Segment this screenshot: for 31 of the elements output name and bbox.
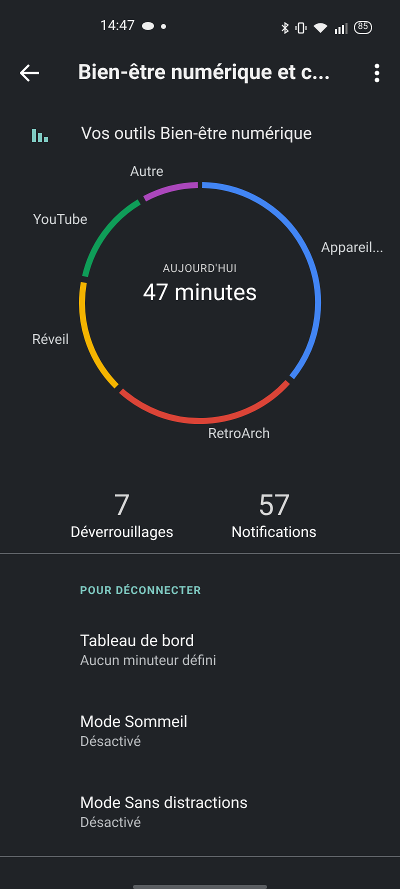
total-time: 47 minutes <box>142 279 258 306</box>
stat-label: Déverrouillages <box>70 523 174 541</box>
screen-title: Bien-être numérique et c... <box>78 61 332 85</box>
segment-label: Autre <box>130 164 164 180</box>
item-subtitle: Désactivé <box>80 815 142 831</box>
item-subtitle: Aucun minuteur défini <box>80 653 218 669</box>
day-caption: AUJOURD'HUI <box>162 262 238 275</box>
stat-value: 7 <box>114 489 130 523</box>
signal-icon <box>334 22 348 34</box>
tools-link[interactable]: Vos outils Bien-être numérique <box>0 106 400 162</box>
section-header: POUR DÉCONNECTER <box>80 584 202 597</box>
back-arrow-icon <box>20 64 40 82</box>
stat-label: Notifications <box>231 523 317 541</box>
stat-value: 57 <box>258 489 290 523</box>
wifi-icon <box>312 22 328 34</box>
clock-time: 14:47 <box>100 18 135 34</box>
item-title[interactable]: Tableau de bord <box>80 631 400 650</box>
segment-label: YouTube <box>33 212 88 228</box>
bar-chart-icon <box>31 126 49 142</box>
more-options-icon <box>374 63 380 83</box>
item-subtitle: Désactivé <box>80 734 142 750</box>
segment-label: Appareil... <box>321 240 384 256</box>
gesture-handle[interactable] <box>133 885 267 889</box>
item-title[interactable]: Mode Sommeil <box>80 712 400 731</box>
vibrate-icon <box>294 22 307 34</box>
battery-level: 85 <box>354 21 372 34</box>
bluetooth-icon <box>280 22 289 34</box>
dot-icon <box>160 24 166 28</box>
segment-label: RetroArch <box>208 426 270 442</box>
segment-label: Réveil <box>32 332 69 348</box>
item-title[interactable]: Mode Sans distractions <box>80 793 400 812</box>
